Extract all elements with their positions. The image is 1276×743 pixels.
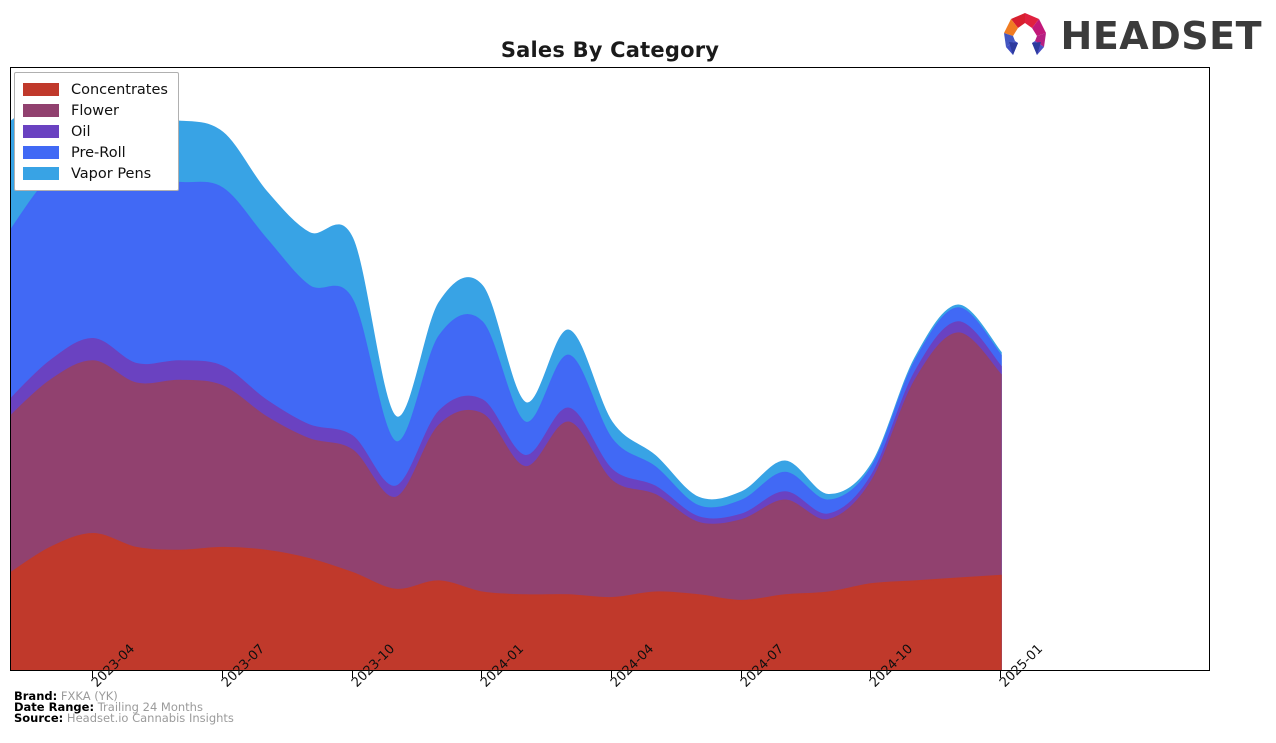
- chart-footnotes: Brand: FXKA (YK) Date Range: Trailing 24…: [14, 690, 234, 725]
- legend-label-vapor-pens: Vapor Pens: [71, 165, 152, 182]
- legend-swatch-pre-roll: [23, 146, 59, 159]
- legend-item-oil[interactable]: Oil: [23, 121, 168, 142]
- legend-swatch-oil: [23, 125, 59, 138]
- legend-item-vapor-pens[interactable]: Vapor Pens: [23, 163, 168, 184]
- footnote-source-key: Source:: [14, 711, 64, 725]
- legend-label-oil: Oil: [71, 123, 91, 140]
- headset-wordmark: HEADSET: [1060, 14, 1262, 58]
- legend-label-pre-roll: Pre-Roll: [71, 144, 126, 161]
- chart-legend: Concentrates Flower Oil Pre-Roll Vapor P…: [14, 72, 179, 191]
- legend-item-flower[interactable]: Flower: [23, 100, 168, 121]
- legend-label-concentrates: Concentrates: [71, 81, 168, 98]
- legend-item-pre-roll[interactable]: Pre-Roll: [23, 142, 168, 163]
- headset-polygon-logo-icon: [999, 11, 1051, 61]
- stacked-area-chart: [11, 98, 1002, 670]
- legend-swatch-concentrates: [23, 83, 59, 96]
- legend-swatch-vapor-pens: [23, 167, 59, 180]
- legend-item-concentrates[interactable]: Concentrates: [23, 79, 168, 100]
- chart-page: Sales By Category HEADSET Concentrates F…: [0, 0, 1276, 743]
- footnote-source: Source: Headset.io Cannabis Insights: [14, 711, 234, 725]
- legend-label-flower: Flower: [71, 102, 119, 119]
- chart-plot-area: [10, 67, 1210, 671]
- footnote-source-value: Headset.io Cannabis Insights: [66, 711, 234, 725]
- headset-logo: HEADSET: [999, 11, 1262, 61]
- legend-swatch-flower: [23, 104, 59, 117]
